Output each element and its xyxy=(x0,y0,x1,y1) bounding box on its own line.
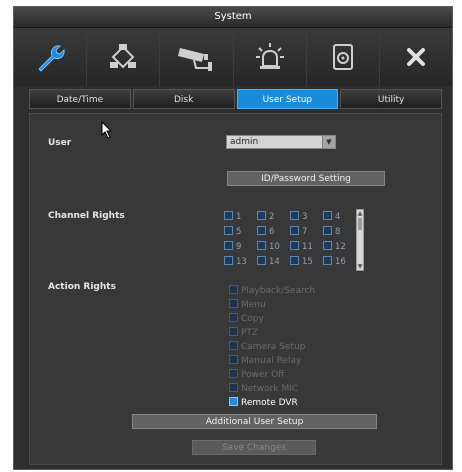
user-select[interactable]: admin ▼ xyxy=(226,135,336,149)
channel-scrollbar[interactable]: ▲ ▼ xyxy=(356,209,364,271)
user-setup-panel: User admin ▼ ID/Password Setting Channel… xyxy=(29,113,442,465)
channel-checkbox-11[interactable]: 11 xyxy=(290,241,320,253)
channel-checkbox-15[interactable]: 15 xyxy=(290,256,320,268)
checkbox-icon xyxy=(224,241,233,250)
action-playback-search[interactable]: Playback/Search xyxy=(229,285,315,298)
chevron-down-icon[interactable]: ▼ xyxy=(322,136,335,148)
channel-checkbox-1[interactable]: 1 xyxy=(224,211,254,223)
checkbox-icon xyxy=(257,256,266,265)
checkbox-icon xyxy=(290,226,299,235)
tab-bar: Date/Time Disk User Setup Utility xyxy=(29,89,442,109)
checkbox-icon xyxy=(290,256,299,265)
toolbar-close[interactable] xyxy=(380,28,452,86)
checkbox-icon xyxy=(323,211,332,220)
toolbar-network-setup[interactable] xyxy=(87,28,161,86)
checkbox-icon xyxy=(323,256,332,265)
toolbar-camera-setup[interactable] xyxy=(160,28,234,86)
id-password-setting-button[interactable]: ID/Password Setting xyxy=(227,171,385,186)
channel-checkbox-2[interactable]: 2 xyxy=(257,211,287,223)
checkbox-icon xyxy=(229,341,238,350)
checkbox-icon xyxy=(224,256,233,265)
channel-checkbox-10[interactable]: 10 xyxy=(257,241,287,253)
checkbox-icon xyxy=(323,226,332,235)
save-changes-button[interactable]: Save Changes xyxy=(192,440,316,455)
channel-checkbox-7[interactable]: 7 xyxy=(290,226,320,238)
checkbox-icon xyxy=(224,226,233,235)
checkbox-icon xyxy=(290,211,299,220)
checkbox-checked-icon xyxy=(229,397,238,406)
action-ptz[interactable]: PTZ xyxy=(229,327,258,340)
network-icon xyxy=(110,44,137,69)
action-network-mic[interactable]: Network MIC xyxy=(229,383,298,396)
channel-checkbox-4[interactable]: 4 xyxy=(323,211,353,223)
user-select-value: admin xyxy=(230,137,259,147)
scrollbar-thumb[interactable] xyxy=(358,218,362,230)
storage-icon xyxy=(332,44,353,70)
toolbar-event-setup[interactable] xyxy=(234,28,307,86)
checkbox-icon xyxy=(257,211,266,220)
action-manual-relay[interactable]: Manual Relay xyxy=(229,355,301,368)
mouse-pointer-icon xyxy=(101,121,113,139)
scroll-up-icon[interactable]: ▲ xyxy=(357,210,363,217)
channel-rights-label: Channel Rights xyxy=(48,211,125,221)
action-camera-setup[interactable]: Camera Setup xyxy=(229,341,305,354)
checkbox-icon xyxy=(229,313,238,322)
checkbox-icon xyxy=(229,369,238,378)
scroll-down-icon[interactable]: ▼ xyxy=(357,263,363,270)
camera-icon xyxy=(178,48,213,71)
tab-date-time[interactable]: Date/Time xyxy=(29,89,131,109)
channel-checkbox-12[interactable]: 12 xyxy=(323,241,353,253)
action-power-off[interactable]: Power Off xyxy=(229,369,284,382)
checkbox-icon xyxy=(224,211,233,220)
additional-user-setup-button[interactable]: Additional User Setup xyxy=(132,414,377,429)
channel-checkbox-6[interactable]: 6 xyxy=(257,226,287,238)
checkbox-icon xyxy=(229,355,238,364)
channel-checkbox-8[interactable]: 8 xyxy=(323,226,353,238)
action-remote-dvr[interactable]: Remote DVR xyxy=(229,397,298,410)
channel-checkbox-13[interactable]: 13 xyxy=(224,256,254,268)
system-window: System Date/Time Disk User Setup Utility… xyxy=(13,6,453,470)
close-icon xyxy=(406,48,425,66)
toolbar-storage-setup[interactable] xyxy=(307,28,380,86)
toolbar xyxy=(14,28,452,86)
channel-checkbox-14[interactable]: 14 xyxy=(257,256,287,268)
checkbox-icon xyxy=(229,383,238,392)
channel-checkbox-9[interactable]: 9 xyxy=(224,241,254,253)
channel-checkbox-16[interactable]: 16 xyxy=(323,256,353,268)
checkbox-icon xyxy=(257,226,266,235)
action-copy[interactable]: Copy xyxy=(229,313,264,326)
checkbox-icon xyxy=(229,285,238,294)
alarm-icon xyxy=(255,43,284,69)
checkbox-icon xyxy=(229,327,238,336)
channel-checkbox-5[interactable]: 5 xyxy=(224,226,254,238)
channel-checkbox-3[interactable]: 3 xyxy=(290,211,320,223)
tab-disk[interactable]: Disk xyxy=(132,89,235,109)
tab-user-setup[interactable]: User Setup xyxy=(236,89,339,109)
toolbar-system-setup[interactable] xyxy=(14,28,88,86)
action-menu[interactable]: Menu xyxy=(229,299,266,312)
checkbox-icon xyxy=(323,241,332,250)
checkbox-icon xyxy=(229,299,238,308)
checkbox-icon xyxy=(290,241,299,250)
user-label: User xyxy=(48,138,72,148)
wrench-icon xyxy=(38,45,65,72)
action-rights-label: Action Rights xyxy=(48,282,116,292)
window-title: System xyxy=(14,7,452,28)
tab-utility[interactable]: Utility xyxy=(340,89,442,109)
checkbox-icon xyxy=(257,241,266,250)
